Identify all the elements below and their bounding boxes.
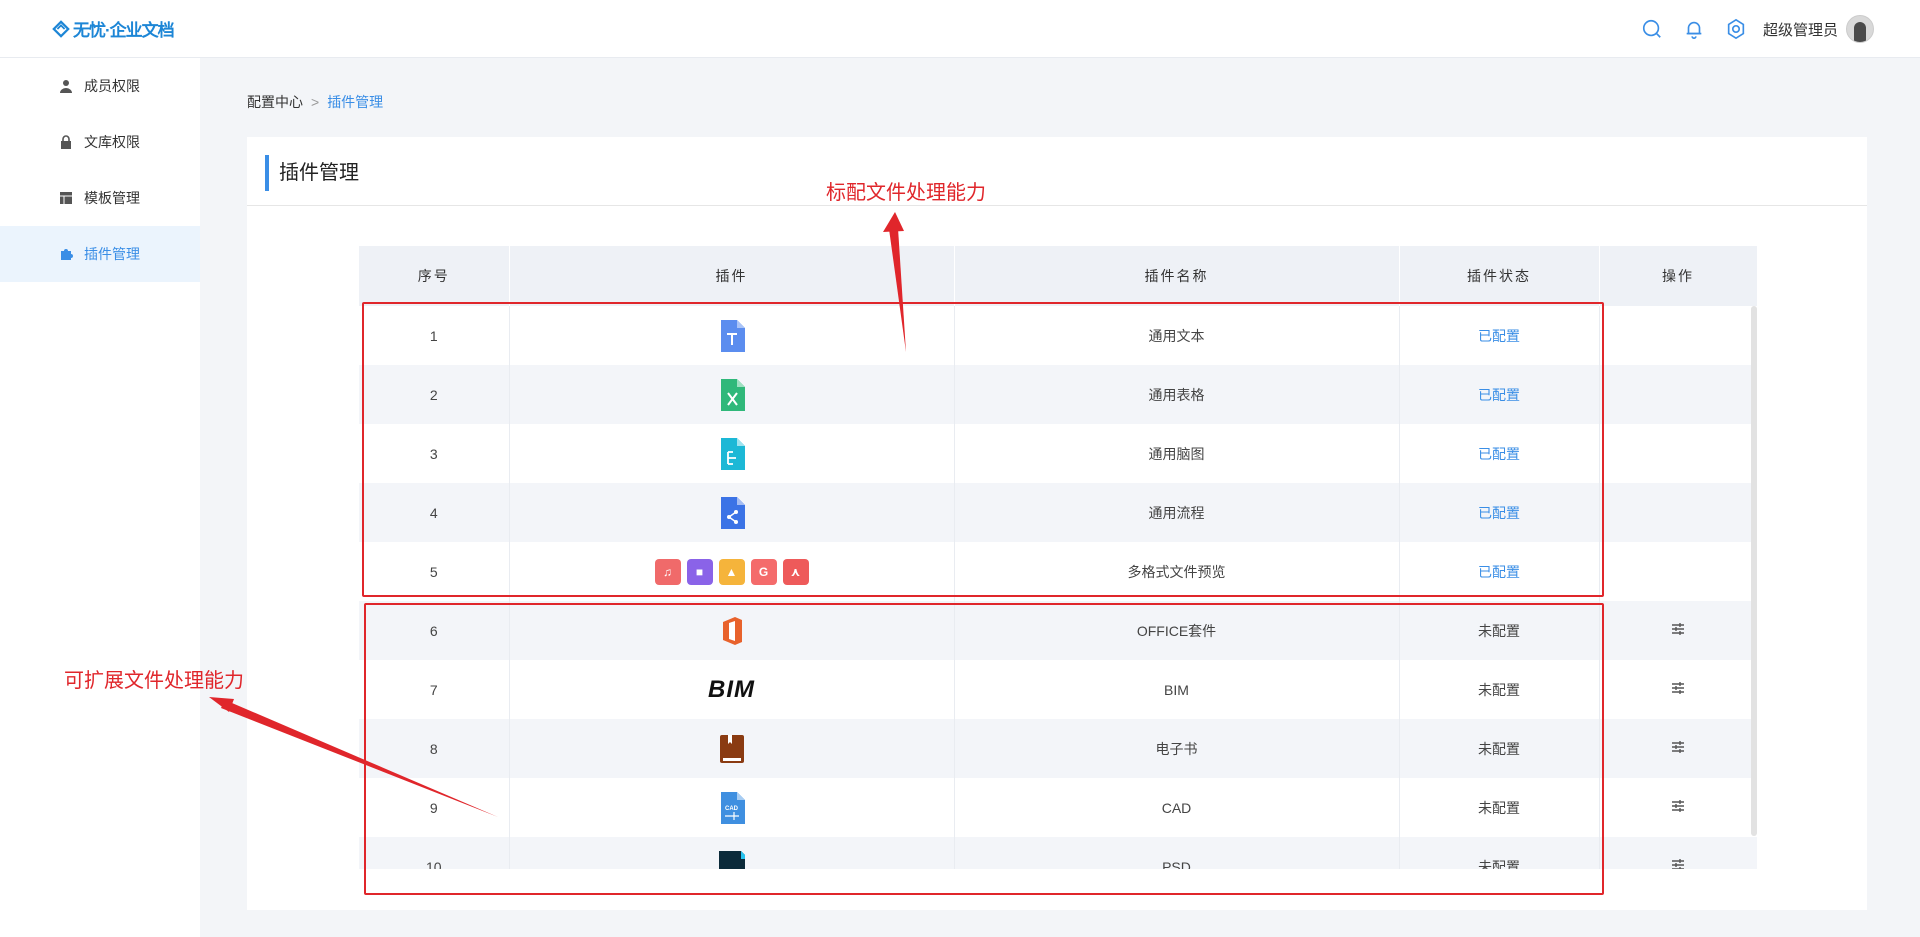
puzzle-icon (58, 246, 74, 262)
logo-mark-icon (52, 19, 70, 38)
bell-icon[interactable] (1679, 14, 1709, 44)
template-icon (58, 190, 74, 206)
row-action (1599, 778, 1757, 837)
settings-sliders-icon[interactable] (1670, 680, 1686, 696)
search-icon[interactable] (1637, 14, 1667, 44)
sidebar-item-member-permissions[interactable]: 成员权限 (0, 58, 200, 114)
annotation-standard: 标配文件处理能力 (826, 182, 986, 204)
row-action (1599, 601, 1757, 660)
sidebar-item-plugin-management[interactable]: 插件管理 (0, 226, 200, 282)
user-icon (58, 78, 74, 94)
column-header: 插件名称 (954, 246, 1400, 306)
app-logo[interactable]: 无忧·企业文档 (52, 16, 175, 41)
sidebar: 成员权限 文库权限 模板管理 插件管理 (0, 58, 200, 937)
breadcrumb-separator: > (311, 94, 320, 110)
row-action (1599, 719, 1757, 778)
page-title: 插件管理 (265, 155, 359, 191)
header-actions: 超级管理员 (1625, 14, 1874, 44)
table-scrollbar[interactable] (1751, 306, 1757, 836)
column-header: 操作 (1599, 246, 1757, 306)
avatar[interactable] (1846, 15, 1874, 43)
sidebar-item-label: 文库权限 (84, 134, 140, 150)
row-action (1599, 837, 1757, 869)
sidebar-item-label: 模板管理 (84, 190, 140, 206)
arrow-left-head (209, 697, 234, 712)
gear-icon[interactable] (1721, 14, 1751, 44)
sidebar-item-label: 成员权限 (84, 78, 140, 94)
column-header: 插件状态 (1399, 246, 1600, 306)
settings-sliders-icon[interactable] (1670, 621, 1686, 637)
top-bar: 无忧·企业文档 超级管理员 (0, 0, 1920, 58)
breadcrumb-parent[interactable]: 配置中心 (247, 92, 303, 112)
sidebar-item-label: 插件管理 (84, 246, 140, 262)
sidebar-item-template-management[interactable]: 模板管理 (0, 170, 200, 226)
row-action-empty (1599, 542, 1757, 601)
row-action-empty (1599, 306, 1757, 365)
settings-sliders-icon[interactable] (1670, 739, 1686, 755)
username[interactable]: 超级管理员 (1763, 19, 1838, 40)
sidebar-item-library-permissions[interactable]: 文库权限 (0, 114, 200, 170)
lock-icon (58, 134, 74, 150)
annotation-extensible: 可扩展文件处理能力 (64, 670, 244, 692)
standard-capability-box (362, 302, 1604, 597)
table-header-row: 序号 插件 插件名称 插件状态 操作 (359, 246, 1757, 306)
row-action (1599, 660, 1757, 719)
title-divider (247, 205, 1867, 206)
breadcrumb: 配置中心 > 插件管理 (247, 92, 383, 112)
column-header: 序号 (359, 246, 510, 306)
breadcrumb-current: 插件管理 (327, 94, 384, 110)
row-action-empty (1599, 365, 1757, 424)
row-action-empty (1599, 424, 1757, 483)
logo-text: 无忧·企业文档 (73, 21, 175, 40)
row-action-empty (1599, 483, 1757, 542)
extensible-capability-box (364, 603, 1604, 895)
column-header: 插件 (509, 246, 955, 306)
settings-sliders-icon[interactable] (1670, 857, 1686, 869)
settings-sliders-icon[interactable] (1670, 798, 1686, 814)
